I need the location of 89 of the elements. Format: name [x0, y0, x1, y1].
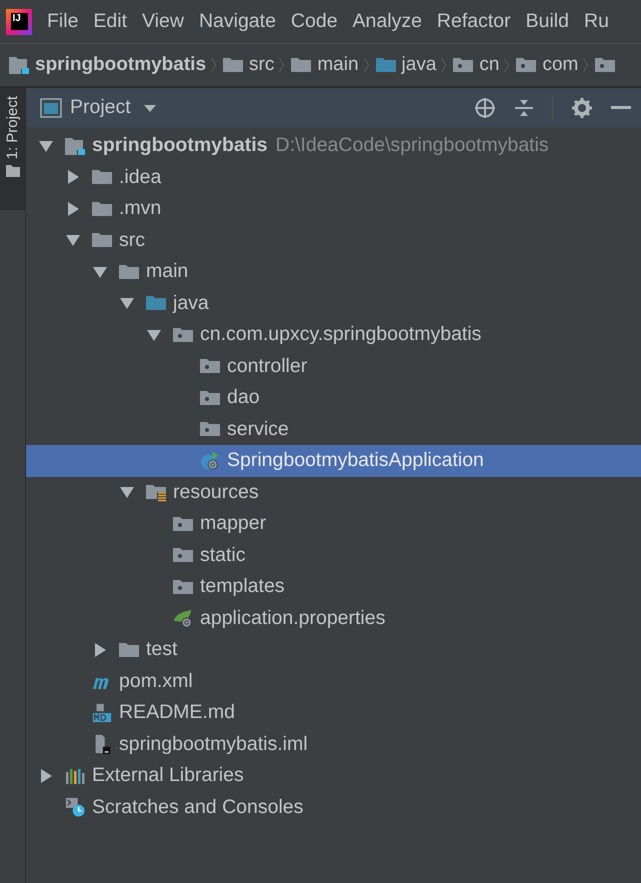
package-folder-icon	[515, 55, 538, 75]
window-icon	[40, 98, 62, 118]
menu-item[interactable]: File	[47, 10, 78, 33]
resources-folder-icon	[145, 482, 167, 502]
menu-item[interactable]: Refactor	[436, 10, 511, 33]
class-icon	[199, 450, 221, 471]
item-label: main	[146, 260, 188, 284]
collapse-arrow-icon[interactable]	[92, 642, 108, 658]
tree-item[interactable]: springbootmybatis D:\IdeaCode\springbootmybatis	[26, 130, 641, 162]
tree-item[interactable]: controller	[26, 350, 641, 382]
item-label: static	[200, 544, 246, 567]
menu-item[interactable]: Navigate	[198, 10, 276, 33]
package-folder-icon	[594, 55, 616, 75]
tree-item[interactable]: src	[26, 224, 641, 256]
folder-icon	[222, 55, 244, 75]
locate-icon[interactable]	[474, 96, 496, 118]
menu-item[interactable]: Code	[290, 10, 338, 33]
item-label: cn.com.upxcy.springbootmybatis	[200, 323, 482, 346]
tree-item[interactable]: templates	[26, 571, 641, 602]
menu-item[interactable]: Build	[526, 10, 569, 33]
item-label: controller	[227, 354, 308, 378]
tree-item[interactable]: pom.xml	[26, 666, 641, 697]
tree-item[interactable]: test	[26, 634, 641, 666]
expand-arrow-icon[interactable]	[65, 232, 81, 248]
item-label: springbootmybatis	[92, 134, 268, 158]
minimize-icon[interactable]	[611, 106, 631, 110]
module-folder-icon	[8, 55, 30, 75]
collapse-arrow-icon[interactable]	[65, 200, 81, 217]
scratches-icon	[64, 797, 86, 818]
item-label: resources	[173, 480, 259, 504]
tree-item[interactable]: Scratches and Consoles	[26, 792, 641, 823]
item-label: src	[119, 228, 145, 252]
folder-icon	[374, 55, 397, 75]
item-label: .mvn	[119, 197, 162, 220]
menu-item[interactable]: Ru	[584, 10, 609, 33]
breadcrumb-item[interactable]: java	[402, 54, 436, 76]
menu-item[interactable]: Analyze	[352, 10, 422, 33]
breadcrumb-item[interactable]: springbootmybatis	[35, 54, 206, 76]
panel-title[interactable]: Project	[70, 96, 131, 119]
item-label: External Libraries	[92, 764, 244, 788]
spring-leaf-icon	[172, 608, 194, 628]
tree-item[interactable]: External Libraries	[26, 760, 641, 792]
item-label: README.md	[119, 701, 235, 724]
tree-item[interactable]: README.md	[26, 697, 641, 728]
path-hint: D:\IdeaCode\springbootmybatis	[276, 134, 549, 158]
menu-item[interactable]: Edit	[93, 10, 128, 33]
module-folder-icon	[64, 136, 86, 156]
tree-item[interactable]: resources	[26, 476, 641, 508]
app-logo[interactable]: IJ	[6, 8, 32, 34]
markdown-file-icon	[91, 702, 113, 723]
settings-icon[interactable]	[571, 96, 593, 118]
tree-item[interactable]: mapper	[26, 508, 641, 540]
item-label: java	[173, 292, 209, 315]
tree-item[interactable]: main	[26, 256, 641, 288]
tree-item[interactable]: .mvn	[26, 193, 641, 224]
tree-item[interactable]: cn.com.upxcy.springbootmybatis	[26, 319, 641, 350]
item-label: springbootmybatis.iml	[119, 732, 308, 756]
collapse-arrow-icon[interactable]	[65, 169, 81, 186]
item-label: dao	[227, 386, 260, 410]
item-label: pom.xml	[119, 670, 193, 693]
breadcrumb-item[interactable]: main	[317, 54, 359, 76]
menu-item[interactable]: View	[142, 10, 184, 33]
item-label: SpringbootmybatisApplication	[227, 449, 484, 472]
expand-arrow-icon[interactable]	[119, 484, 135, 500]
collapse-arrow-icon[interactable]	[38, 768, 54, 784]
item-label: .idea	[119, 166, 162, 189]
tree-item[interactable]: static	[26, 540, 641, 571]
breadcrumb-item[interactable]: com	[542, 54, 578, 76]
item-label: Scratches and Consoles	[92, 796, 304, 819]
package-folder-icon	[452, 55, 474, 75]
tree-item[interactable]: dao	[26, 382, 641, 414]
item-label: templates	[200, 575, 285, 598]
tree-item[interactable]: springbootmybatis.iml	[26, 728, 641, 760]
item-label: mapper	[200, 512, 266, 536]
caret-icon[interactable]	[142, 102, 157, 112]
item-label: test	[146, 638, 178, 662]
folder-icon	[6, 165, 20, 178]
expand-arrow-icon[interactable]	[119, 295, 135, 312]
tree-item[interactable]: service	[26, 414, 641, 445]
side-tab[interactable]: 1: Project	[0, 88, 25, 210]
breadcrumb-item[interactable]: src	[249, 54, 274, 76]
tree-item[interactable]: application.properties	[26, 602, 641, 634]
folder-icon	[290, 55, 312, 75]
item-label: application.properties	[200, 606, 386, 630]
item-label: service	[227, 418, 289, 441]
tree-item[interactable]: java	[26, 288, 641, 319]
tree-item[interactable]: .idea	[26, 162, 641, 193]
tree-item[interactable]: SpringbootmybatisApplication	[26, 445, 641, 476]
breadcrumb-item[interactable]: cn	[479, 54, 500, 76]
